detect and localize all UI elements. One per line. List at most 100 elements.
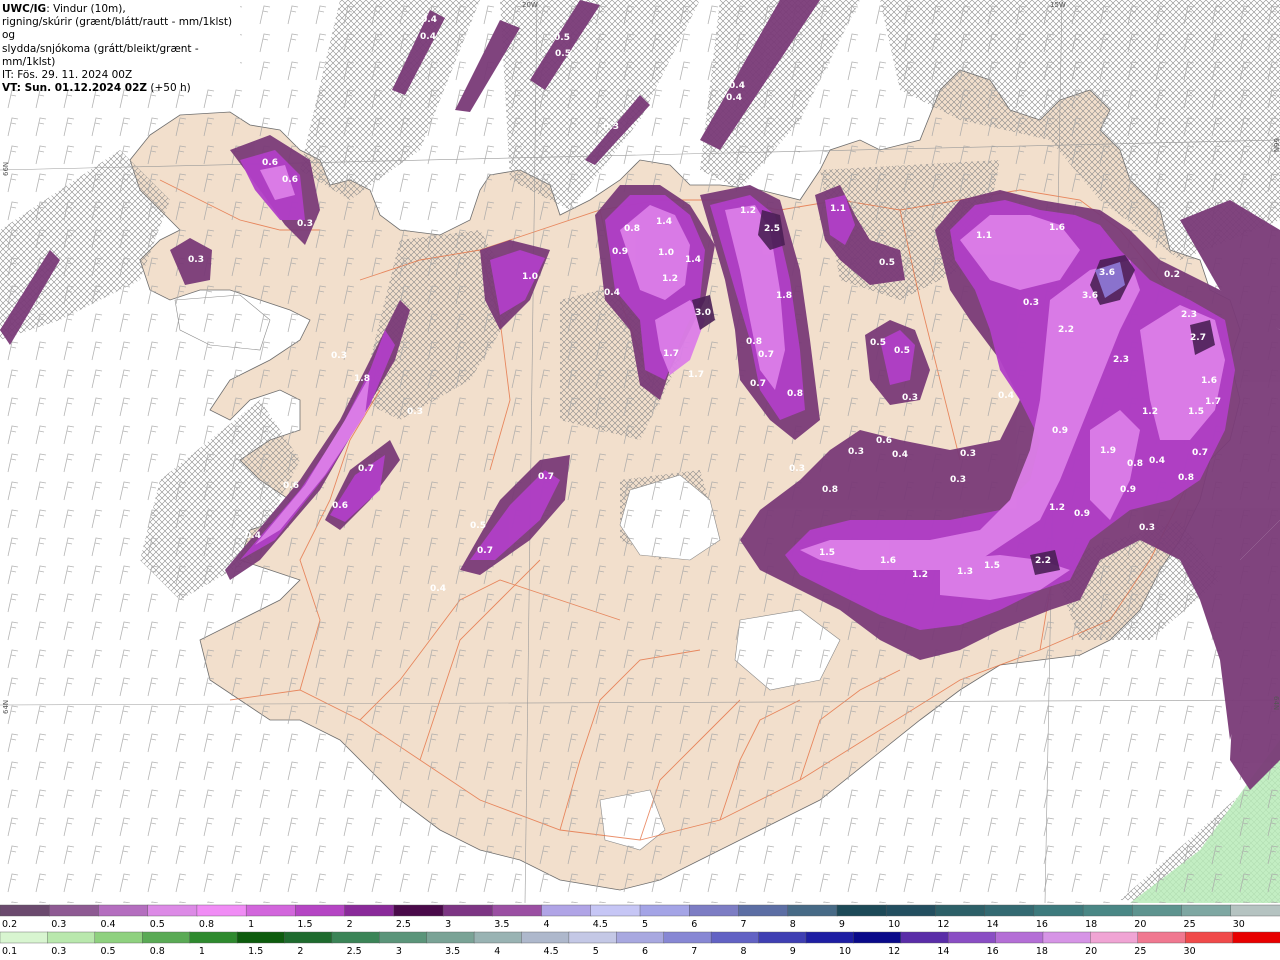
legend-swatch xyxy=(94,931,143,944)
precip-value: 0.4 xyxy=(604,288,620,298)
legend-swatch xyxy=(590,904,641,917)
legend-swatch xyxy=(492,904,543,917)
legend-swatch xyxy=(616,931,665,944)
precip-value: 3.6 xyxy=(1082,291,1098,301)
precip-value: 0.3 xyxy=(188,255,204,265)
legend-swatch xyxy=(49,904,100,917)
legend-label: 20 xyxy=(1134,919,1146,930)
precip-value: 0.7 xyxy=(758,350,774,360)
precip-value: 0.4 xyxy=(245,531,261,541)
info-line-2: rigning/skúrir (grænt/blátt/rautt - mm/1… xyxy=(2,16,233,42)
legend-swatch xyxy=(568,931,618,944)
precip-value: 1.6 xyxy=(1049,223,1065,233)
lead-time: (+50 h) xyxy=(147,82,191,95)
precip-value: 0.7 xyxy=(538,472,554,482)
legend-swatch xyxy=(331,931,380,944)
legend-swatch xyxy=(393,904,444,917)
legend-swatch xyxy=(853,931,902,944)
precip-value: 1.4 xyxy=(685,255,701,265)
legend-label: 30 xyxy=(1233,919,1245,930)
legend-label: 20 xyxy=(1085,946,1097,957)
legend-label: 10 xyxy=(888,919,900,930)
valid-time-line: VT: Sun. 01.12.2024 02Z (+50 h) xyxy=(2,82,238,95)
precip-value: 0.8 xyxy=(1178,473,1194,483)
info-line-3: slydda/snjókoma (grátt/bleikt/grænt - mm… xyxy=(2,42,199,68)
precip-value: 0.9 xyxy=(612,247,628,257)
precip-value: 0.7 xyxy=(750,379,766,389)
lat-label-right-0: 66N xyxy=(1272,138,1280,152)
legend-swatch xyxy=(984,904,1035,917)
precip-value: 1.7 xyxy=(1205,397,1221,407)
precip-value: 0.8 xyxy=(624,224,640,234)
legend-label: 1 xyxy=(248,919,254,930)
legend-label: 4.5 xyxy=(593,919,608,930)
precip-value: 0.7 xyxy=(1192,448,1208,458)
precip-value: 0.3 xyxy=(848,447,864,457)
forecast-map[interactable]: 0.60.60.30.30.31.80.30.70.60.60.40.70.50… xyxy=(0,0,1280,903)
precip-value: 1.2 xyxy=(912,570,928,580)
precip-value: 1.2 xyxy=(1142,407,1158,417)
precip-value: 0.3 xyxy=(789,464,805,474)
precip-value: 0.5 xyxy=(894,346,910,356)
legend-label: 2.5 xyxy=(396,919,411,930)
legend-swatch xyxy=(344,904,395,917)
lon-label-top-0: 20W xyxy=(522,1,538,9)
legend-swatch xyxy=(1230,904,1280,917)
legend-swatch xyxy=(473,931,523,944)
precip-value: 0.6 xyxy=(282,175,298,185)
precip-value: 0.4 xyxy=(430,584,446,594)
legend-label: 7 xyxy=(740,919,746,930)
legend-label: 9 xyxy=(839,919,845,930)
legend-swatch xyxy=(639,904,690,917)
legend-swatch xyxy=(663,931,712,944)
precip-value: 0.7 xyxy=(358,464,374,474)
legend-label: 0.5 xyxy=(100,946,115,957)
precip-value: 0.3 xyxy=(1023,298,1039,308)
legend-swatch xyxy=(98,904,149,917)
lat-label-left-1: 64N xyxy=(2,700,10,714)
precip-value: 0.3 xyxy=(603,122,619,132)
precip-value: 3.6 xyxy=(1099,268,1115,278)
legend-label: 3.5 xyxy=(494,919,509,930)
precip-value: 0.8 xyxy=(1127,459,1143,469)
precip-value: 1.5 xyxy=(1188,407,1204,417)
legend-swatch xyxy=(947,931,997,944)
legend-label: 5 xyxy=(593,946,599,957)
legend-swatch xyxy=(1090,931,1139,944)
precip-value: 2.2 xyxy=(1035,556,1051,566)
legend-swatch xyxy=(710,931,760,944)
legend-label: 6 xyxy=(691,919,697,930)
info-title: : Vindur (10m), xyxy=(46,3,126,15)
precip-value: 0.7 xyxy=(477,546,493,556)
precip-value: 0.5 xyxy=(554,33,570,43)
precip-value: 1.2 xyxy=(1049,503,1065,513)
precip-value: 1.8 xyxy=(776,291,792,301)
legend-label: 12 xyxy=(888,946,900,957)
legend-swatch xyxy=(0,904,50,917)
legend-swatch xyxy=(1184,931,1234,944)
legend-label: 0.4 xyxy=(100,919,115,930)
legend-label: 12 xyxy=(937,919,949,930)
legend-swatch xyxy=(1132,904,1183,917)
legend-swatch xyxy=(1033,904,1084,917)
precip-value: 0.8 xyxy=(787,389,803,399)
precip-value: 0.9 xyxy=(1074,509,1090,519)
init-time: IT: Fös. 29. 11. 2024 00Z xyxy=(2,69,133,82)
legend-label: 0.8 xyxy=(199,919,214,930)
legend-label: 18 xyxy=(1036,946,1048,957)
precip-value: 0.6 xyxy=(262,158,278,168)
legend-swatch xyxy=(245,904,297,917)
legend-swatch xyxy=(541,904,592,917)
legend-swatch xyxy=(885,904,937,917)
rain-color-legend: 0.1 0.3 0.5 0.8 1 1.5 2 2.5 3 3.5 4 4.5 5 6 7 8 9 10 12 14 1… xyxy=(0,930,1280,957)
legend-label: 5 xyxy=(642,919,648,930)
lon-label-top-1: 15W xyxy=(1050,1,1066,9)
legend-label: 1.5 xyxy=(297,919,312,930)
legend-swatch xyxy=(836,904,887,917)
legend-swatch xyxy=(995,931,1044,944)
info-line-1: UWC/IG: Vindur (10m), xyxy=(2,3,238,16)
precip-value: 0.4 xyxy=(892,450,908,460)
precip-value: 0.4 xyxy=(998,391,1014,401)
legend-label: 1.5 xyxy=(248,946,263,957)
precip-value: 1.1 xyxy=(830,204,846,214)
